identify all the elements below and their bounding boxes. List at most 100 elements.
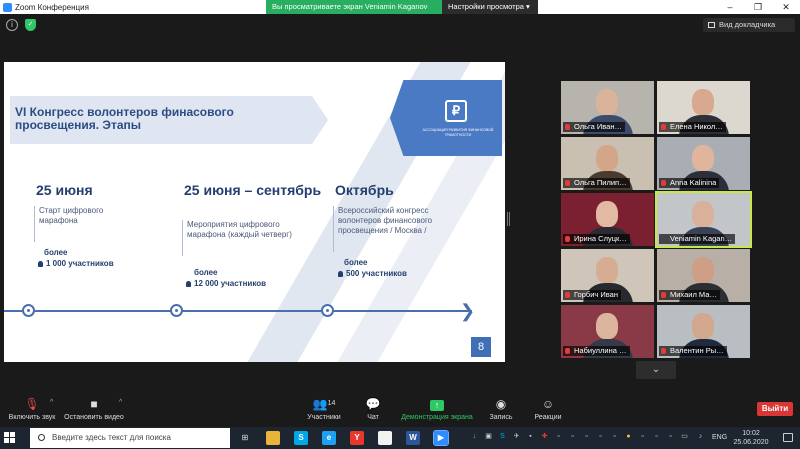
stage-count-value: 1 000 участников [46,259,114,268]
task-view-icon[interactable]: ⊞ [238,431,252,445]
participant-tile[interactable]: Veniamin Kagan… [655,191,752,248]
input-language[interactable]: ENG [712,434,727,441]
leave-meeting-button[interactable]: Выйти [757,402,793,416]
edge-icon[interactable]: e [322,431,336,445]
tray-telegram-icon[interactable]: ✈ [512,431,521,443]
tray-antivirus-icon[interactable]: ✚ [540,431,549,443]
chat-icon: 💬 [365,397,381,411]
window-title: Zoom Конференция [15,2,89,12]
tray-app-icon[interactable]: ▣ [484,431,493,443]
audio-options-caret[interactable]: ^ [50,399,53,406]
maximize-icon[interactable]: ❐ [744,0,772,14]
word-icon[interactable]: W [406,431,420,445]
network-icon[interactable]: ▭ [680,431,689,443]
zoom-taskbar-icon[interactable]: ▶ [433,430,449,446]
participant-head [692,201,714,227]
view-options-button[interactable]: Настройки просмотра ▾ [442,0,538,14]
participant-tile[interactable]: Ольга Пилип… [561,137,654,190]
participant-tile[interactable]: Елена Никол… [657,81,750,134]
close-icon[interactable]: ✕ [772,0,800,14]
video-button[interactable]: ■ Остановить видео [62,397,126,421]
tray-app-icon[interactable]: ▫ [652,431,661,443]
clock-time: 10:02 [742,430,760,437]
record-button[interactable]: ◉ Запись [486,397,516,421]
person-icon [186,281,191,287]
microphone-muted-icon [661,124,666,130]
zoom-window: Zoom Конференция Вы просматриваете экран… [0,0,800,449]
tray-app-icon[interactable]: ▫ [666,431,675,443]
microphone-muted-icon [565,180,570,186]
reactions-label: Реакции [534,414,562,421]
participant-tile[interactable]: Михаил Ма… [657,249,750,302]
stage-count-label: более [44,248,68,257]
view-mode-button[interactable]: Вид докладчика [703,18,795,32]
participant-head [692,89,714,115]
gallery-more-button[interactable]: ⌄ [636,361,676,379]
taskbar-search-input[interactable]: Введите здесь текст для поиска [30,428,230,448]
participant-name: Набиуллина … [563,346,630,356]
participant-head [596,257,618,283]
participant-tile[interactable]: Валентин Ры… [657,305,750,358]
participant-tile[interactable]: Ольга Иван… [561,81,654,134]
tray-app-icon[interactable]: ▫ [582,431,591,443]
participant-head [596,201,618,227]
slide-title: VI Конгресс волонтеров финасового просве… [15,105,234,132]
tray-app-icon[interactable]: ▫ [638,431,647,443]
share-screen-button[interactable]: ↑ Демонстрация экрана [398,397,476,421]
reactions-button[interactable]: ☺ Реакции [530,397,566,421]
tray-app-icon[interactable]: ▫ [568,431,577,443]
participant-head [596,145,618,171]
tray-app-icon[interactable]: ▫ [596,431,605,443]
participant-tile[interactable]: Горбич Иван [561,249,654,302]
mute-label: Включить звук [8,414,56,421]
participant-head [596,89,618,115]
stage-date: 25 июня [36,182,93,198]
participants-button[interactable]: 👥14 Участники [306,397,342,421]
tray-zoom-icon[interactable]: ▪ [526,431,535,443]
participant-head [692,145,714,171]
system-clock[interactable]: 10:02 25.06.2020 [731,429,771,447]
yandex-browser-icon[interactable]: Y [350,431,364,445]
participant-head [596,313,618,339]
encryption-shield-icon[interactable]: ✓ [25,19,36,31]
share-banner: Вы просматриваете экран Veniamin Kaganov… [266,0,538,14]
participant-name: Валентин Ры… [659,346,727,356]
file-explorer-icon[interactable] [266,431,280,445]
volume-icon[interactable]: ♪ [696,431,705,443]
participant-tile[interactable]: Набиуллина … [561,305,654,358]
chevron-down-icon: ⌄ [651,364,661,375]
participant-head [692,257,714,283]
chevron-down-icon: ▾ [526,2,530,11]
chrome-icon[interactable] [378,431,392,445]
stage-description: Всероссийский конгресс волонтеров финанс… [333,206,457,252]
participant-tile[interactable]: Anna Kalinina [657,137,750,190]
skype-icon[interactable]: S [294,431,308,445]
microphone-muted-icon [565,348,570,354]
tray-skype-icon[interactable]: S [498,431,507,443]
windows-taskbar: Введите здесь текст для поиска ⊞ S e Y W… [0,427,800,449]
video-options-caret[interactable]: ^ [119,399,122,406]
tray-download-icon[interactable]: ↓ [470,431,479,443]
participant-name: Ольга Иван… [563,122,625,132]
tray-app-icon[interactable]: ▫ [610,431,619,443]
participants-label: Участники [307,414,341,421]
tray-app-icon[interactable]: ● [624,431,633,443]
minimize-icon[interactable]: – [716,0,744,14]
share-banner-text: Вы просматриваете экран Veniamin Kaganov [266,0,442,14]
emoji-icon: ☺ [541,397,555,411]
stage-count: 500 участников [338,269,468,279]
record-label: Запись [489,414,513,421]
panel-splitter[interactable] [507,212,510,226]
chat-button[interactable]: 💬 Чат [358,397,388,421]
windows-start-icon[interactable] [4,432,16,444]
participant-tile[interactable]: Ирина Слуцк… [561,193,654,246]
chat-label: Чат [367,414,379,421]
person-icon [38,261,43,267]
timeline-dot [321,304,334,317]
stage-count: 1 000 участников [38,259,168,269]
share-icon-wrap: ↑ [398,397,476,411]
meeting-info-icon[interactable]: i [6,19,18,31]
timeline-dot [22,304,35,317]
notifications-icon[interactable] [783,433,793,442]
tray-app-icon[interactable]: ▫ [554,431,563,443]
